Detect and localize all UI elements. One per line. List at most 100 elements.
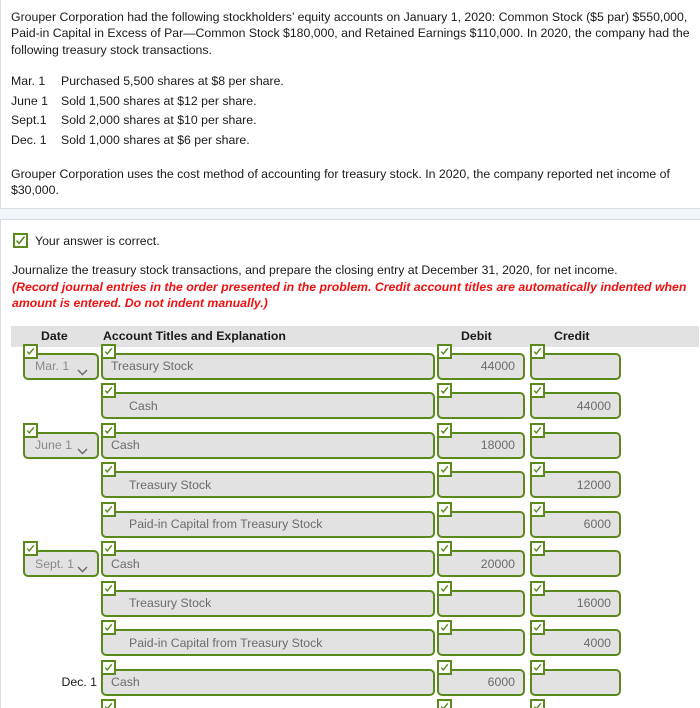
field-verified-icon xyxy=(437,580,452,596)
credit-input[interactable]: 44000 xyxy=(530,383,621,420)
field-verified-icon xyxy=(101,580,116,596)
field-verified-icon xyxy=(530,383,545,399)
field-verified-icon xyxy=(101,541,116,557)
answer-panel: Your answer is correct. Journalize the t… xyxy=(0,220,700,708)
field-verified-icon xyxy=(530,699,545,708)
debit-value: 44000 xyxy=(480,359,515,374)
account-title-input[interactable]: Cash xyxy=(101,541,435,578)
account-title-input[interactable]: Treasury Stock xyxy=(101,462,435,499)
account-title-value: Treasury Stock xyxy=(111,359,194,374)
account-title-input[interactable]: Treasury Stock xyxy=(101,343,435,380)
credit-input[interactable] xyxy=(530,541,621,578)
account-title-input[interactable]: Paid-in Capital from Treasury Stock xyxy=(101,620,435,657)
header-date: Date xyxy=(41,328,68,343)
account-title-value: Paid-in Capital from Treasury Stock xyxy=(129,635,323,650)
journal-row: Dec. 1 Cash 6000 xyxy=(9,659,691,703)
debit-input[interactable]: 20000 xyxy=(437,541,525,578)
checkmark-icon xyxy=(13,233,28,249)
debit-input[interactable] xyxy=(437,462,525,499)
account-title-input[interactable]: Cash xyxy=(101,659,435,696)
field-verified-icon xyxy=(101,383,116,399)
journal-row: June 1 Cash 18000 xyxy=(9,422,691,466)
credit-input[interactable] xyxy=(530,659,621,696)
journal-row: Treasury Stock 16000 xyxy=(9,580,691,624)
field-verified-icon xyxy=(437,422,452,438)
field-verified-icon xyxy=(101,462,116,478)
transaction-row: June 1 Sold 1,500 shares at $12 per share… xyxy=(11,92,691,112)
account-title-input[interactable]: Treasury Stock xyxy=(101,580,435,617)
date-select-value: Sept. 1 xyxy=(35,556,74,571)
date-select[interactable]: Sept. 1 xyxy=(23,541,99,578)
account-title-value: Treasury Stock xyxy=(129,477,212,492)
header-debit: Debit xyxy=(461,328,492,343)
debit-value: 20000 xyxy=(480,556,515,571)
field-verified-icon xyxy=(101,343,116,359)
header-credit: Credit xyxy=(554,328,590,343)
date-label: Dec. 1 xyxy=(61,674,97,689)
field-verified-icon xyxy=(23,422,38,438)
date-select[interactable]: June 1 xyxy=(23,422,99,459)
instructions-emphasis: (Record journal entries in the order pre… xyxy=(12,279,687,311)
credit-value: 12000 xyxy=(576,477,611,492)
debit-input[interactable] xyxy=(437,620,525,657)
field-verified-icon xyxy=(530,343,545,359)
field-verified-icon xyxy=(437,541,452,557)
transaction-description: Sold 2,000 shares at $10 per share. xyxy=(61,113,257,128)
debit-input[interactable]: 44000 xyxy=(437,343,525,380)
field-verified-icon xyxy=(101,699,116,708)
journal-row xyxy=(9,699,691,708)
journal-row: Treasury Stock 12000 xyxy=(9,462,691,505)
account-title-value: Cash xyxy=(111,675,140,690)
field-verified-icon xyxy=(101,620,116,636)
credit-value: 6000 xyxy=(583,517,611,532)
credit-input[interactable] xyxy=(530,422,621,459)
debit-input[interactable]: 6000 xyxy=(437,659,525,696)
transaction-date: Mar. 1 xyxy=(11,74,46,89)
transaction-description: Sold 1,500 shares at $12 per share. xyxy=(61,93,257,108)
chevron-down-icon xyxy=(77,363,88,381)
credit-input[interactable]: 6000 xyxy=(530,501,621,538)
credit-input[interactable]: 4000 xyxy=(530,620,621,657)
journal-row: Sept. 1 Cash 20000 xyxy=(9,541,691,584)
chevron-down-icon xyxy=(77,560,88,578)
header-account: Account Titles and Explanation xyxy=(103,328,286,343)
answer-status: Your answer is correct. xyxy=(13,233,691,249)
credit-value: 4000 xyxy=(583,635,611,650)
transaction-list: Mar. 1 Purchased 5,500 shares at $8 per s… xyxy=(11,72,691,150)
field-verified-icon xyxy=(437,699,452,708)
date-select-value: June 1 xyxy=(35,438,72,453)
field-verified-icon xyxy=(530,462,545,478)
transaction-row: Dec. 1 Sold 1,000 shares at $6 per share. xyxy=(11,131,691,151)
transaction-date: Dec. 1 xyxy=(11,133,47,147)
credit-input[interactable]: 16000 xyxy=(530,580,621,617)
journal-entry-table: Date Account Titles and Explanation Debi… xyxy=(9,325,699,708)
credit-input[interactable]: 12000 xyxy=(530,462,621,499)
debit-input[interactable]: 18000 xyxy=(437,422,525,459)
problem-panel: Grouper Corporation had the following st… xyxy=(0,0,700,209)
date-select[interactable]: Mar. 1 xyxy=(23,343,99,381)
debit-value: 6000 xyxy=(487,675,515,690)
field-verified-icon xyxy=(530,541,545,557)
account-title-input[interactable]: Cash xyxy=(101,422,435,459)
transaction-row: Mar. 1 Purchased 5,500 shares at $8 per s… xyxy=(11,72,691,92)
field-verified-icon xyxy=(101,422,116,438)
debit-value: 18000 xyxy=(480,438,515,453)
account-title-input[interactable]: Cash xyxy=(101,383,435,420)
credit-input[interactable] xyxy=(530,343,621,380)
field-verified-icon xyxy=(23,343,38,359)
debit-input[interactable] xyxy=(437,501,525,538)
transaction-description: Sold 1,000 shares at $6 per share. xyxy=(61,133,250,147)
field-verified-icon xyxy=(530,501,545,517)
field-verified-icon xyxy=(437,462,452,478)
debit-input[interactable] xyxy=(437,383,525,420)
debit-input[interactable] xyxy=(437,580,525,617)
field-verified-icon xyxy=(530,659,545,675)
field-verified-icon xyxy=(530,620,545,636)
field-verified-icon xyxy=(437,620,452,636)
credit-value: 44000 xyxy=(576,398,611,413)
field-verified-icon xyxy=(437,659,452,675)
journal-row: Paid-in Capital from Treasury Stock 4000 xyxy=(9,620,691,663)
account-title-input[interactable]: Paid-in Capital from Treasury Stock xyxy=(101,501,435,538)
credit-value: 16000 xyxy=(576,596,611,611)
transaction-date: Sept.1 xyxy=(11,113,47,128)
